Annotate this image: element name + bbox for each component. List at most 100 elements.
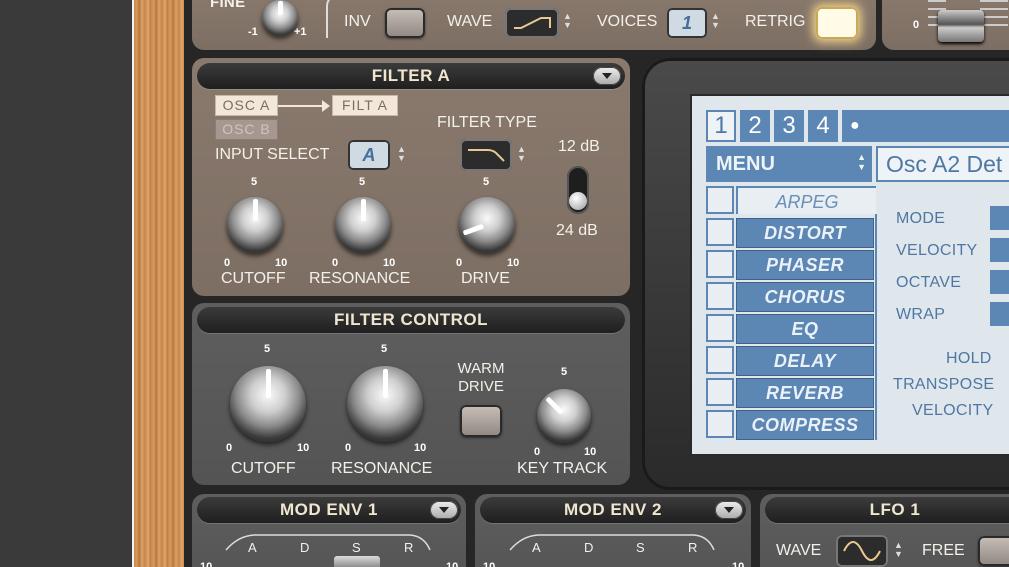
menu-spinner-icon: ▲ ▼ bbox=[857, 152, 866, 172]
fx-item-delay[interactable]: DELAY bbox=[736, 346, 874, 376]
param-transpose-label: TRANSPOSE bbox=[893, 376, 995, 393]
param-hold-label: HOLD bbox=[946, 350, 992, 367]
fx-param-divider bbox=[875, 214, 877, 440]
voices-label: VOICES bbox=[597, 13, 658, 30]
fx-item-arpeg[interactable]: ARPEG bbox=[736, 186, 876, 214]
resonance-knob[interactable] bbox=[347, 366, 423, 442]
filter-type-selector[interactable] bbox=[460, 139, 512, 171]
voices-display[interactable]: 1 bbox=[667, 8, 707, 38]
filter-control-title: FILTER CONTROL bbox=[197, 307, 625, 333]
tab-4[interactable]: 4 bbox=[808, 110, 838, 142]
cutoff-knob[interactable] bbox=[230, 366, 306, 442]
distort-checkbox[interactable] bbox=[706, 218, 734, 246]
arrow-head-icon bbox=[322, 100, 330, 112]
key-track-knob[interactable] bbox=[537, 389, 591, 443]
fx-item-distort[interactable]: DISTORT bbox=[736, 218, 874, 248]
saw-wave-icon bbox=[514, 17, 551, 29]
wave-label: WAVE bbox=[447, 13, 493, 30]
arpeg-checkbox[interactable] bbox=[706, 186, 734, 214]
lfo-free-button[interactable] bbox=[978, 536, 1009, 566]
lfo-wave-spinner[interactable]: ▲ ▼ bbox=[894, 541, 903, 559]
filt-a-button[interactable]: FILT A bbox=[332, 95, 398, 116]
key-track-label: KEY TRACK bbox=[517, 460, 608, 477]
routing-arrow bbox=[278, 105, 326, 107]
resonance-a-label: RESONANCE bbox=[309, 270, 411, 287]
tab-3[interactable]: 3 bbox=[774, 110, 804, 142]
warm-drive-button[interactable] bbox=[460, 405, 502, 437]
param-wrap-value[interactable] bbox=[990, 302, 1009, 326]
menu-label: MENU bbox=[716, 153, 775, 175]
sine-wave-icon bbox=[843, 541, 881, 561]
wave-selector[interactable] bbox=[505, 8, 559, 38]
fx-item-eq[interactable]: EQ bbox=[736, 314, 874, 344]
reverb-checkbox[interactable] bbox=[706, 378, 734, 406]
compress-checkbox[interactable] bbox=[706, 410, 734, 438]
fx-item-chorus[interactable]: CHORUS bbox=[736, 282, 874, 312]
mod-env-2-val-left: 10 bbox=[483, 561, 496, 567]
preset-name-field[interactable]: Osc A2 Det bbox=[876, 146, 1009, 182]
tab-2[interactable]: 2 bbox=[740, 110, 770, 142]
resonance-a-max: 10 bbox=[383, 257, 396, 269]
mod-env-2-a: A bbox=[532, 540, 541, 555]
filter-a-title: FILTER A bbox=[197, 63, 625, 89]
input-select-display[interactable]: A bbox=[348, 140, 390, 170]
phaser-checkbox[interactable] bbox=[706, 250, 734, 278]
tab-dot[interactable]: ● bbox=[842, 110, 1009, 142]
param-wrap-label: WRAP bbox=[896, 306, 946, 323]
slope-switch[interactable] bbox=[567, 166, 589, 214]
warm-drive-label: WARM DRIVE bbox=[457, 360, 505, 395]
inv-label: INV bbox=[344, 13, 371, 30]
mod-env-1-sustain-slider[interactable] bbox=[334, 556, 380, 567]
delay-checkbox[interactable] bbox=[706, 346, 734, 374]
mod-env-1-s: S bbox=[352, 540, 361, 555]
filter-type-label: FILTER TYPE bbox=[437, 114, 537, 131]
mod-env-1-menu-button[interactable] bbox=[430, 501, 458, 519]
filter-a-menu-button[interactable] bbox=[593, 67, 621, 85]
retrig-button[interactable] bbox=[816, 7, 858, 39]
drive-knob[interactable] bbox=[459, 197, 515, 253]
mod-env-1-d: D bbox=[300, 540, 310, 555]
cutoff-a-mid: 5 bbox=[251, 176, 258, 188]
param-octave-value[interactable] bbox=[990, 270, 1009, 294]
fine-knob[interactable] bbox=[262, 0, 298, 36]
param-mode-label: MODE bbox=[896, 210, 946, 227]
fine-label: FINE bbox=[210, 0, 246, 11]
resonance-mid: 5 bbox=[381, 343, 388, 355]
mod-env-2-d: D bbox=[584, 540, 594, 555]
wave-spinner[interactable]: ▲ ▼ bbox=[563, 12, 572, 30]
lowpass-curve-icon bbox=[468, 149, 505, 162]
param-mode-value[interactable] bbox=[990, 206, 1009, 230]
lfo-free-label: FREE bbox=[922, 542, 965, 559]
fx-item-compress[interactable]: COMPRESS bbox=[736, 410, 874, 440]
mod-env-2-val-right: 10 bbox=[732, 561, 745, 567]
cutoff-label: CUTOFF bbox=[231, 460, 296, 477]
param-octave-label: OCTAVE bbox=[896, 274, 962, 291]
mod-env-2-menu-button[interactable] bbox=[715, 501, 743, 519]
fx-item-reverb[interactable]: REVERB bbox=[736, 378, 874, 408]
top-slider-handle[interactable] bbox=[938, 10, 984, 42]
tab-1[interactable]: 1 bbox=[706, 110, 736, 142]
inv-button[interactable] bbox=[385, 8, 425, 38]
menu-dropdown[interactable]: MENU ▲ ▼ bbox=[706, 146, 872, 182]
fine-min: -1 bbox=[248, 26, 258, 38]
mod-env-1-a: A bbox=[248, 540, 257, 555]
osc-a-button[interactable]: OSC A bbox=[215, 95, 278, 116]
lfo-wave-label: WAVE bbox=[776, 542, 822, 559]
voices-spinner[interactable]: ▲ ▼ bbox=[711, 12, 720, 30]
cutoff-a-max: 10 bbox=[275, 257, 288, 269]
mod-env-1-title: MOD ENV 1 bbox=[197, 497, 461, 523]
input-select-spinner[interactable]: ▲ ▼ bbox=[397, 145, 406, 163]
mod-env-1-val-left: 10 bbox=[200, 561, 213, 567]
cutoff-a-knob[interactable] bbox=[227, 197, 283, 253]
key-track-max: 10 bbox=[584, 446, 597, 458]
filter-type-spinner[interactable]: ▲ ▼ bbox=[517, 145, 526, 163]
cutoff-max: 10 bbox=[297, 442, 310, 454]
lfo-wave-selector[interactable] bbox=[836, 535, 888, 567]
osc-b-button[interactable]: OSC B bbox=[215, 119, 278, 140]
key-track-min: 0 bbox=[534, 446, 541, 458]
param-velocity-value[interactable] bbox=[990, 238, 1009, 262]
resonance-a-knob[interactable] bbox=[335, 197, 391, 253]
eq-checkbox[interactable] bbox=[706, 314, 734, 342]
chorus-checkbox[interactable] bbox=[706, 282, 734, 310]
fx-item-phaser[interactable]: PHASER bbox=[736, 250, 874, 280]
